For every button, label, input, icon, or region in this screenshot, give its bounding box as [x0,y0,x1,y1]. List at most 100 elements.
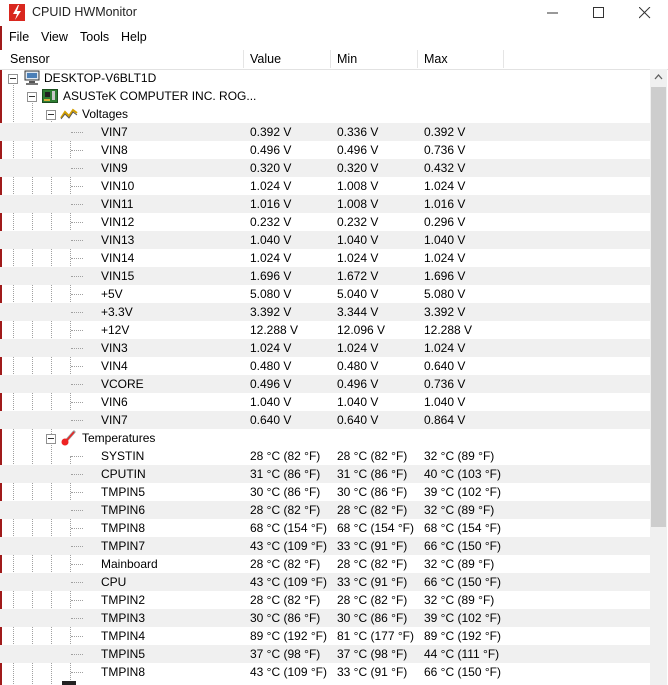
sensor-tree[interactable]: DESKTOP-V6BLT1D ASUSTeK COMPUTER INC. RO… [0,69,650,685]
sensor-row[interactable]: TMPIN8 68 °C (154 °F) 68 °C (154 °F) 68 °C … [0,519,650,537]
menu-tools[interactable]: Tools [80,30,109,44]
computer-icon [24,70,40,85]
collapse-toggle[interactable] [27,92,37,102]
sensor-row[interactable]: CPU 43 °C (109 °F) 33 °C (91 °F) 66 °C (150… [0,573,650,591]
sensor-value: 30 °C (86 °F) [250,485,321,499]
column-max[interactable]: Max [424,52,448,66]
sensor-max: 0.432 V [424,161,466,175]
maximize-icon [593,7,604,18]
tree-node-temperatures[interactable]: Temperatures [0,429,650,447]
minimize-button[interactable] [530,0,576,26]
sensor-name: TMPIN8 [101,665,146,679]
sensor-min: 0.496 V [337,143,379,157]
sensor-row[interactable]: VCORE 0.496 V 0.496 V 0.736 V [0,375,650,393]
tree-line [71,204,83,206]
sensor-row[interactable]: TMPIN6 28 °C (82 °F) 28 °C (82 °F) 32 °C (8… [0,501,650,519]
sensor-row[interactable]: TMPIN7 43 °C (109 °F) 33 °C (91 °F) 66 °C (… [0,537,650,555]
sensor-min: 33 °C (91 °F) [337,665,408,679]
sensor-row[interactable]: VIN11 1.016 V 1.008 V 1.016 V [0,195,650,213]
sensor-row[interactable]: SYSTIN 28 °C (82 °F) 28 °C (82 °F) 32 °C (8… [0,447,650,465]
tree-node-voltages[interactable]: Voltages [0,105,650,123]
sensor-row[interactable]: +12V 12.288 V 12.096 V 12.288 V [0,321,650,339]
tree-node-mainboard[interactable]: ASUSTeK COMPUTER INC. ROG... [0,87,650,105]
column-divider[interactable] [330,50,331,68]
sensor-value: 0.496 V [250,377,292,391]
tree-line [71,672,83,674]
tree-line [71,168,83,170]
sensor-row[interactable]: TMPIN5 37 °C (98 °F) 37 °C (98 °F) 44 °C (1… [0,645,650,663]
sensor-row[interactable]: VIN12 0.232 V 0.232 V 0.296 V [0,213,650,231]
sensor-row[interactable]: VIN8 0.496 V 0.496 V 0.736 V [0,141,650,159]
sensor-value: 1.696 V [250,269,292,283]
column-header: Sensor Value Min Max [0,50,668,70]
sensor-max: 0.864 V [424,413,466,427]
column-divider[interactable] [417,50,418,68]
menu-help[interactable]: Help [121,30,147,44]
column-divider[interactable] [243,50,244,68]
sensor-row[interactable]: VIN10 1.024 V 1.008 V 1.024 V [0,177,650,195]
tree-node-computer[interactable]: DESKTOP-V6BLT1D [0,69,650,87]
menu-view[interactable]: View [41,30,68,44]
sensor-max: 66 °C (150 °F) [424,575,501,589]
maximize-button[interactable] [576,0,622,26]
sensor-row[interactable]: TMPIN2 28 °C (82 °F) 28 °C (82 °F) 32 °C (8… [0,591,650,609]
sensor-row[interactable]: TMPIN4 89 °C (192 °F) 81 °C (177 °F) 89 °C … [0,627,650,645]
sensor-max: 39 °C (102 °F) [424,611,501,625]
sensor-name: VCORE [101,377,144,391]
sensor-row[interactable]: CPUTIN 31 °C (86 °F) 31 °C (86 °F) 40 °C (1… [0,465,650,483]
tree-line [71,564,83,566]
sensor-row[interactable]: TMPIN8 43 °C (109 °F) 33 °C (91 °F) 66 °C (… [0,663,650,681]
sensor-row[interactable]: VIN7 0.640 V 0.640 V 0.864 V [0,411,650,429]
sensor-min: 1.008 V [337,197,379,211]
sensor-name: CPUTIN [101,467,146,481]
sensor-value: 0.640 V [250,413,292,427]
sensor-row[interactable]: +3.3V 3.392 V 3.344 V 3.392 V [0,303,650,321]
sensor-row[interactable]: VIN15 1.696 V 1.672 V 1.696 V [0,267,650,285]
sensor-name: TMPIN5 [101,485,146,499]
sensor-row[interactable]: TMPIN3 30 °C (86 °F) 30 °C (86 °F) 39 °C (1… [0,609,650,627]
sensor-min: 1.040 V [337,395,379,409]
title-bar[interactable]: CPUID HWMonitor [0,0,668,26]
sensor-min: 0.496 V [337,377,379,391]
sensor-max: 0.640 V [424,359,466,373]
sensor-row[interactable]: +5V 5.080 V 5.040 V 5.080 V [0,285,650,303]
sensor-row[interactable]: VIN3 1.024 V 1.024 V 1.024 V [0,339,650,357]
chevron-up-icon [654,74,663,80]
sensor-min: 33 °C (91 °F) [337,575,408,589]
tree-line [71,384,83,386]
sensor-row[interactable]: VIN13 1.040 V 1.040 V 1.040 V [0,231,650,249]
sensor-row[interactable]: VIN4 0.480 V 0.480 V 0.640 V [0,357,650,375]
sensor-row[interactable]: VIN9 0.320 V 0.320 V 0.432 V [0,159,650,177]
sensor-min: 0.320 V [337,161,379,175]
sensor-row[interactable]: VIN6 1.040 V 1.040 V 1.040 V [0,393,650,411]
sensor-value: 1.024 V [250,251,292,265]
sensor-row[interactable]: TMPIN5 30 °C (86 °F) 30 °C (86 °F) 39 °C (1… [0,483,650,501]
tree-line [71,474,83,476]
column-sensor[interactable]: Sensor [10,52,50,66]
hwmonitor-app-icon [9,4,25,21]
sensor-name: VIN8 [101,143,128,157]
vertical-scrollbar[interactable] [650,69,667,685]
close-button[interactable] [622,0,668,26]
collapse-toggle[interactable] [8,74,18,84]
sensor-min: 28 °C (82 °F) [337,503,408,517]
menu-file[interactable]: File [9,30,29,44]
sensor-max: 32 °C (89 °F) [424,557,495,571]
sensor-row[interactable]: Mainboard 28 °C (82 °F) 28 °C (82 °F) 32 °C… [0,555,650,573]
tree-line [71,294,83,296]
sensor-name: SYSTIN [101,449,145,463]
column-min[interactable]: Min [337,52,357,66]
column-divider[interactable] [503,50,504,68]
sensor-row[interactable]: VIN7 0.392 V 0.336 V 0.392 V [0,123,650,141]
column-value[interactable]: Value [250,52,281,66]
sensor-name: TMPIN6 [101,503,146,517]
scroll-up-button[interactable] [650,69,667,86]
sensor-value: 12.288 V [250,323,299,337]
voltages-label: Voltages [82,107,129,121]
collapse-toggle[interactable] [46,110,56,120]
collapse-toggle[interactable] [46,434,56,444]
sensor-min: 1.008 V [337,179,379,193]
scroll-thumb[interactable] [651,87,666,527]
voltage-icon [60,108,78,120]
sensor-row[interactable]: VIN14 1.024 V 1.024 V 1.024 V [0,249,650,267]
